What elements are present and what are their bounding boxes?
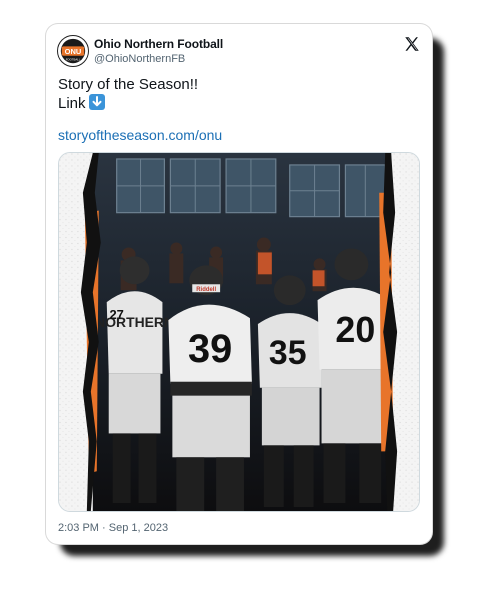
embedded-post-screenshot: ONU FOOTBALL Ohio Northern Football @Ohi… bbox=[0, 0, 498, 589]
post-text-line-2: Link bbox=[58, 94, 198, 113]
down-arrow-icon bbox=[88, 94, 105, 110]
jersey-number-20: 20 bbox=[335, 310, 375, 350]
post-text-line-1: Story of the Season!! bbox=[58, 76, 199, 93]
x-logo-icon[interactable] bbox=[403, 35, 421, 53]
avatar[interactable]: ONU FOOTBALL bbox=[57, 35, 89, 67]
avatar-subtext: FOOTBALL bbox=[66, 57, 81, 61]
onu-logo-icon: ONU FOOTBALL bbox=[58, 36, 88, 66]
story-link[interactable]: storyoftheseason.com/onu bbox=[58, 127, 222, 143]
jersey-number-27: 27 bbox=[109, 307, 123, 322]
post-timestamp[interactable]: 2:03 PM · Sep 1, 2023 bbox=[58, 522, 168, 534]
football-team-photo: NORTHERN 27 Riddell 39 35 20 bbox=[59, 153, 419, 511]
avatar-text: ONU bbox=[65, 47, 82, 56]
account-handle[interactable]: @OhioNorthernFB bbox=[94, 53, 185, 65]
post-image[interactable]: NORTHERN 27 Riddell 39 35 20 bbox=[58, 152, 420, 512]
post-card[interactable]: ONU FOOTBALL Ohio Northern Football @Ohi… bbox=[46, 24, 432, 544]
display-name[interactable]: Ohio Northern Football bbox=[94, 37, 223, 51]
post-text-link-word: Link bbox=[58, 95, 86, 112]
jersey-text: NORTHERN bbox=[95, 314, 174, 330]
jersey-number-35: 35 bbox=[269, 334, 307, 372]
post-text: Story of the Season!! Link bbox=[58, 76, 198, 113]
helmet-brand: Riddell bbox=[196, 287, 216, 293]
jersey-number-39: 39 bbox=[188, 327, 232, 371]
